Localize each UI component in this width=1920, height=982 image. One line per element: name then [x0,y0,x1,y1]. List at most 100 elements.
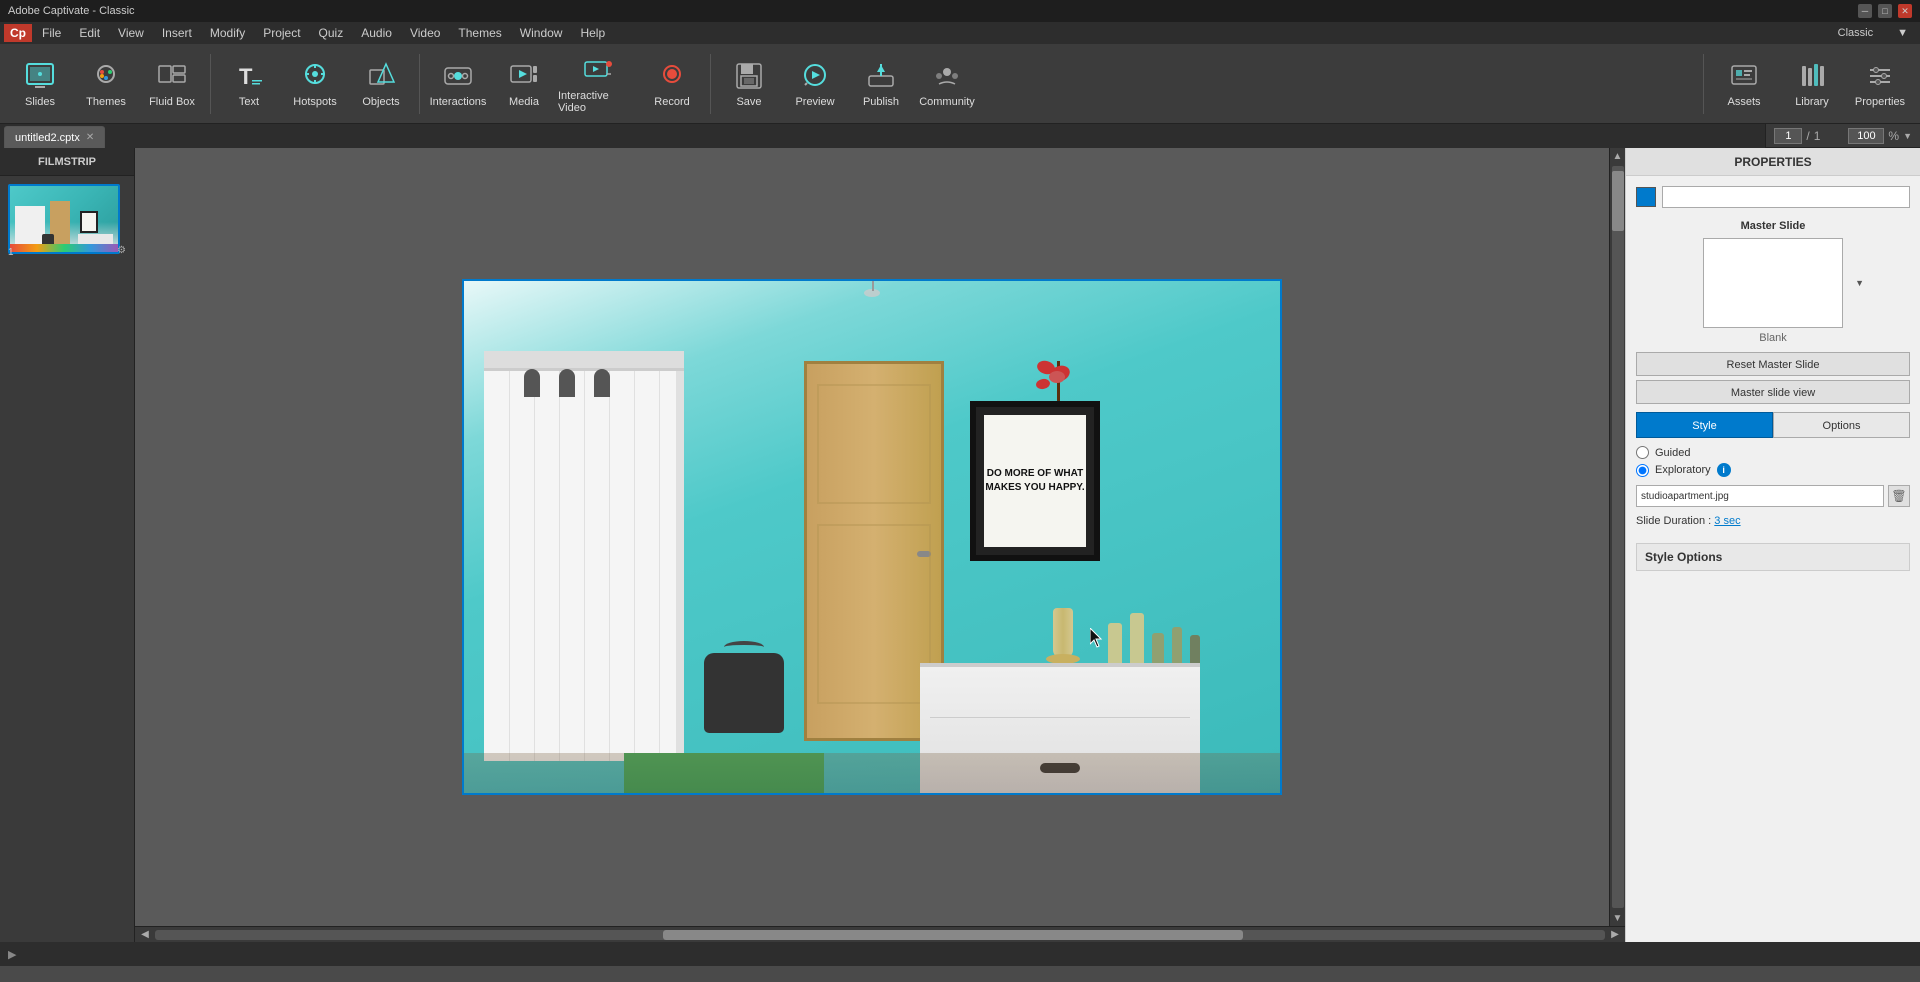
slides-button[interactable]: Slides [8,49,72,119]
menu-insert[interactable]: Insert [154,24,200,42]
menu-themes[interactable]: Themes [450,24,509,42]
color-swatch[interactable] [1636,187,1656,207]
objects-button[interactable]: Objects [349,49,413,119]
text-icon: T [233,60,265,92]
room-scene: DO MORE OF WHAT MAKES YOU HAPPY. [464,281,1280,793]
hook3 [594,369,610,397]
library-label: Library [1795,96,1829,108]
menu-quiz[interactable]: Quiz [311,24,352,42]
master-slide-dropdown-arrow[interactable]: ▼ [1855,278,1864,288]
hook1 [524,369,540,397]
themes-button[interactable]: Themes [74,49,138,119]
menu-window[interactable]: Window [512,24,571,42]
exploratory-label: Exploratory [1655,464,1711,476]
menu-edit[interactable]: Edit [71,24,108,42]
bg-image-input[interactable] [1636,485,1884,507]
bg-image-delete-button[interactable]: 🗑 [1888,485,1910,507]
properties-toolbar-label: Properties [1855,96,1905,108]
filmstrip: FILMSTRIP [0,148,135,942]
menu-project[interactable]: Project [255,24,308,42]
assets-label: Assets [1727,96,1760,108]
menu-modify[interactable]: Modify [202,24,253,42]
master-slide-preview [1703,238,1843,328]
slides-icon [24,60,56,92]
menu-file[interactable]: File [34,24,69,42]
tab-close-button[interactable]: ✕ [86,132,94,143]
save-button[interactable]: Save [717,49,781,119]
menubar: Cp File Edit View Insert Modify Project … [0,22,1920,44]
themes-label: Themes [86,96,126,108]
menu-audio[interactable]: Audio [353,24,400,42]
window-controls[interactable]: ─ □ ✕ [1858,4,1912,18]
color-text-input[interactable] [1662,186,1910,208]
toolbar-right: Assets Library [1699,49,1912,119]
style-tab-button[interactable]: Style [1636,412,1773,438]
interactions-button[interactable]: Interactions [426,49,490,119]
canvas-area: DO MORE OF WHAT MAKES YOU HAPPY. [135,148,1609,926]
canvas-vscroll[interactable]: ▲ ▼ [1609,148,1625,926]
record-button[interactable]: Record [640,49,704,119]
color-input-row [1636,186,1910,208]
filmstrip-label: FILMSTRIP [38,156,96,168]
small-items [1108,613,1200,663]
interactive-video-button[interactable]: Interactive Video [558,49,638,119]
slides-label: Slides [25,96,55,108]
slide-number-label: 1 [8,247,14,258]
zoom-input[interactable] [1848,128,1884,144]
vscroll-thumb[interactable] [1612,171,1624,231]
options-tab-button[interactable]: Options [1773,412,1910,438]
minimize-button[interactable]: ─ [1858,4,1872,18]
slide-duration-value[interactable]: 3 sec [1714,515,1740,527]
preview-button[interactable]: Preview [783,49,847,119]
properties-panel-header: PROPERTIES [1626,148,1920,176]
community-icon [931,60,963,92]
properties-toolbar-button[interactable]: Properties [1848,49,1912,119]
vscroll-up-button[interactable]: ▲ [1613,148,1623,164]
library-button[interactable]: Library [1780,49,1844,119]
menu-cp[interactable]: Cp [4,24,32,42]
slide-settings-icon[interactable]: ⚙ [117,245,126,256]
record-label: Record [654,96,689,108]
mode-dropdown[interactable]: ▼ [1889,25,1916,41]
style-options-header: Style Options [1636,543,1910,571]
menu-view[interactable]: View [110,24,152,42]
guided-radio[interactable] [1636,446,1649,459]
bottle2 [1130,613,1144,663]
hotspots-button[interactable]: Hotspots [283,49,347,119]
text-button[interactable]: T Text [217,49,281,119]
right-panel: PROPERTIES Master Slide ▼ ▼ Blank Reset [1625,148,1920,942]
master-slide-label: Master Slide [1636,220,1910,232]
close-button[interactable]: ✕ [1898,4,1912,18]
publish-button[interactable]: Publish [849,49,913,119]
media-button[interactable]: Media [492,49,556,119]
divider2 [419,54,420,114]
slide-thumbnail-1[interactable]: 1 ⚙ [8,184,126,256]
fluidbox-icon [156,60,188,92]
reset-master-slide-button[interactable]: Reset Master Slide [1636,352,1910,376]
hscroll-left-button[interactable]: ◀ [137,928,153,942]
assets-button[interactable]: Assets [1712,49,1776,119]
hscroll-thumb[interactable] [663,930,1243,940]
media-icon [508,60,540,92]
hscrollbar[interactable]: ◀ ▶ [135,926,1625,942]
slide-canvas[interactable]: DO MORE OF WHAT MAKES YOU HAPPY. [462,279,1282,795]
hscroll-track [155,930,1605,940]
zoom-percent: % [1888,129,1899,143]
slide-number-input[interactable]: 1 [1774,128,1802,144]
zoom-dropdown-icon[interactable]: ▼ [1903,131,1912,141]
hscroll-right-button[interactable]: ▶ [1607,928,1623,942]
themes-icon [90,60,122,92]
vscroll-down-button[interactable]: ▼ [1613,910,1623,926]
exploratory-info-icon[interactable]: i [1717,463,1731,477]
publish-label: Publish [863,96,899,108]
menu-help[interactable]: Help [572,24,613,42]
slide-tab[interactable]: untitled2.cptx ✕ [4,126,105,148]
menu-video[interactable]: Video [402,24,448,42]
fluidbox-button[interactable]: Fluid Box [140,49,204,119]
restore-button[interactable]: □ [1878,4,1892,18]
community-button[interactable]: Community [915,49,979,119]
bottle3 [1152,633,1164,663]
exploratory-radio[interactable] [1636,464,1649,477]
guided-radio-row: Guided [1636,446,1910,459]
master-slide-view-button[interactable]: Master slide view [1636,380,1910,404]
